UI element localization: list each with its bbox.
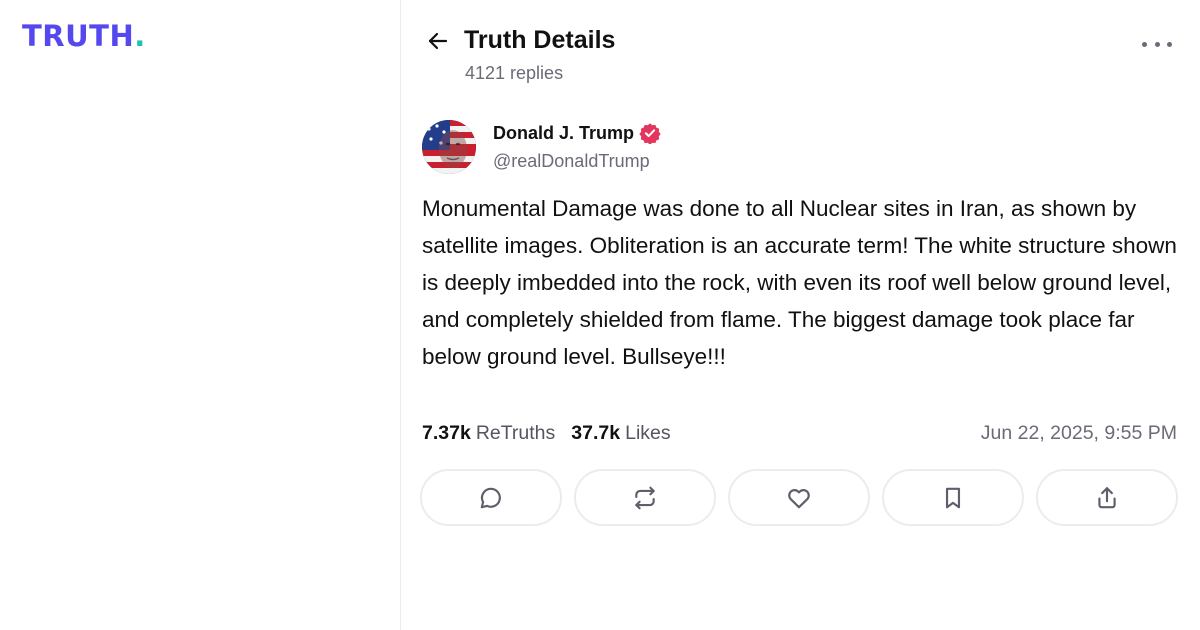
logo-dot: . xyxy=(134,19,146,53)
post-author: Donald J. Trump @realDonaldTrump xyxy=(422,120,661,174)
page-title: Truth Details xyxy=(464,26,616,54)
reply-bubble-icon xyxy=(480,487,501,508)
more-options-button[interactable] xyxy=(1142,34,1172,54)
retruths-count: 7.37k xyxy=(422,422,471,444)
author-name[interactable]: Donald J. Trump xyxy=(493,123,634,144)
post-stats: 7.37k ReTruths 37.7k Likes Jun 22, 2025,… xyxy=(422,422,1177,445)
retruth-icon xyxy=(635,486,655,509)
more-horizontal-icon-dot xyxy=(1154,41,1160,47)
likes-label: Likes xyxy=(625,422,671,444)
bookmark-icon xyxy=(945,487,961,508)
retruth-button[interactable] xyxy=(574,469,716,526)
verified-badge-icon xyxy=(639,122,661,144)
avatar[interactable] xyxy=(422,120,476,174)
bookmark-button[interactable] xyxy=(882,469,1024,526)
author-name-row: Donald J. Trump xyxy=(493,122,661,144)
share-button[interactable] xyxy=(1036,469,1178,526)
post-body-text: Monumental Damage was done to all Nuclea… xyxy=(422,196,1177,369)
post-timestamp: Jun 22, 2025, 9:55 PM xyxy=(980,422,1177,444)
post-actions xyxy=(420,469,1178,526)
page-header: Truth Details xyxy=(425,26,615,55)
author-info: Donald J. Trump @realDonaldTrump xyxy=(493,122,661,172)
main-column: Truth Details 4121 replies Donald J. Tru… xyxy=(401,0,1200,630)
likes-count: 37.7k xyxy=(571,422,621,444)
author-handle[interactable]: @realDonaldTrump xyxy=(493,151,661,172)
left-sidebar: TRUTH. xyxy=(0,0,400,630)
retruths-stat[interactable]: 7.37k ReTruths xyxy=(422,422,555,445)
truth-logo[interactable]: TRUTH. xyxy=(22,22,146,51)
more-horizontal-icon xyxy=(1142,41,1147,47)
back-button[interactable] xyxy=(425,28,451,54)
arrow-left-icon xyxy=(428,32,448,49)
likes-stat[interactable]: 37.7k Likes xyxy=(571,422,670,445)
logo-text: TRUTH xyxy=(22,19,135,53)
heart-icon xyxy=(788,488,810,508)
like-button[interactable] xyxy=(728,469,870,526)
share-icon xyxy=(1098,486,1116,508)
reply-button[interactable] xyxy=(420,469,562,526)
replies-count: 4121 replies xyxy=(465,63,564,83)
retruths-label: ReTruths xyxy=(475,422,556,444)
more-horizontal-icon-dot xyxy=(1167,41,1172,47)
